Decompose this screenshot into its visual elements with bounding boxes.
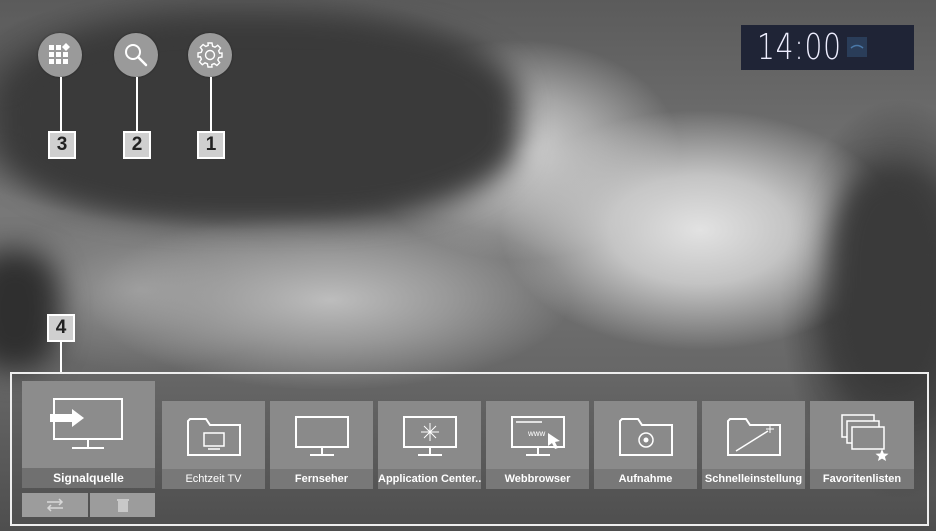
clock-time: 14:00 [757, 27, 842, 68]
callout-3: 3 [48, 131, 76, 159]
monitor-icon [294, 416, 349, 456]
callout-1: 1 [197, 131, 225, 159]
search-button[interactable] [114, 33, 158, 77]
callout-2-line [136, 77, 138, 131]
trash-icon [116, 499, 129, 512]
monitor-sparkle-icon [402, 416, 457, 456]
tile-schnelleinstellung[interactable]: Schnelleinstellung [702, 401, 805, 489]
search-icon [125, 44, 148, 67]
svg-text:www: www [527, 429, 546, 438]
settings-gear-icon [197, 42, 223, 68]
swap-arrows-icon [46, 498, 64, 512]
apps-grid-icon [49, 43, 70, 64]
tile-label: Favoritenlisten [810, 469, 914, 489]
settings-button[interactable] [188, 33, 232, 77]
delete-button[interactable] [90, 493, 155, 517]
folder-wand-icon [726, 418, 781, 456]
tile-label: Schnelleinstellung [702, 469, 805, 489]
input-source-icon [50, 397, 126, 462]
callout-4-line [60, 342, 62, 374]
callout-3-line [60, 77, 62, 131]
tile-webbrowser[interactable]: www Webbrowser [486, 401, 589, 489]
tile-label: Fernseher [270, 469, 373, 489]
www-monitor-icon: www [510, 416, 565, 456]
folder-record-icon [618, 418, 673, 456]
tile-label: Echtzeit TV [162, 469, 265, 489]
tile-favoritenlisten[interactable]: Favoritenlisten [810, 401, 914, 489]
tile-signal-source[interactable]: Signalquelle [22, 381, 155, 488]
callout-1-line [210, 77, 212, 131]
clock-panel: 14:00 [741, 25, 914, 70]
network-status-icon [847, 37, 867, 57]
swap-button[interactable] [22, 493, 88, 517]
stacked-windows-star-icon [841, 414, 889, 461]
tile-label: Aufnahme [594, 469, 697, 489]
tile-echtzeit-tv[interactable]: Echtzeit TV [162, 401, 265, 489]
tile-label: Application Center... [378, 469, 481, 489]
tile-label: Signalquelle [22, 468, 155, 488]
tile-application-center[interactable]: Application Center... [378, 401, 481, 489]
tile-label: Webbrowser [486, 469, 589, 489]
callout-2: 2 [123, 131, 151, 159]
apps-grid-button[interactable] [38, 33, 82, 77]
callout-4: 4 [47, 314, 75, 342]
tile-aufnahme[interactable]: Aufnahme [594, 401, 697, 489]
tile-fernseher[interactable]: Fernseher [270, 401, 373, 489]
folder-tv-icon [186, 418, 241, 456]
